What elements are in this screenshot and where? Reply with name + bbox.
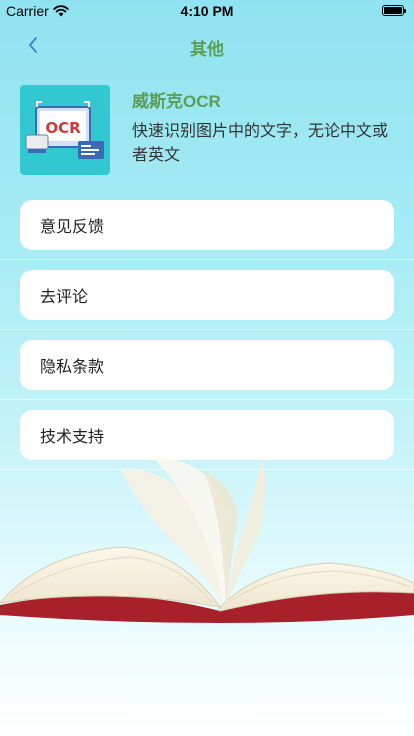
feedback-button[interactable]: 意见反馈 [20, 200, 394, 250]
app-description: 快速识别图片中的文字，无论中文或者英文 [132, 121, 389, 164]
ocr-icon: OCR [25, 101, 104, 159]
open-book-illustration [0, 455, 414, 635]
menu-row: 意见反馈 [0, 190, 414, 260]
privacy-policy-button[interactable]: 隐私条款 [20, 340, 394, 390]
app-info: OCR 威斯克OCR 快速识别图片中的文字，无论中文或者英文 [20, 85, 400, 177]
nav-bar: 其他 [0, 22, 414, 68]
review-button[interactable]: 去评论 [20, 270, 394, 320]
app-logo: OCR [20, 85, 110, 175]
page-title: 其他 [190, 40, 224, 59]
status-bar: Carrier 4:10 PM [0, 0, 414, 22]
menu-list: 意见反馈 去评论 隐私条款 技术支持 [0, 190, 414, 470]
battery-icon [382, 5, 406, 16]
tech-support-button[interactable]: 技术支持 [20, 410, 394, 460]
menu-row: 隐私条款 [0, 330, 414, 400]
status-time: 4:10 PM [180, 3, 234, 19]
ocr-logo-text: OCR [45, 119, 81, 137]
app-name: 威斯克OCR [132, 92, 221, 111]
menu-row: 去评论 [0, 260, 414, 330]
